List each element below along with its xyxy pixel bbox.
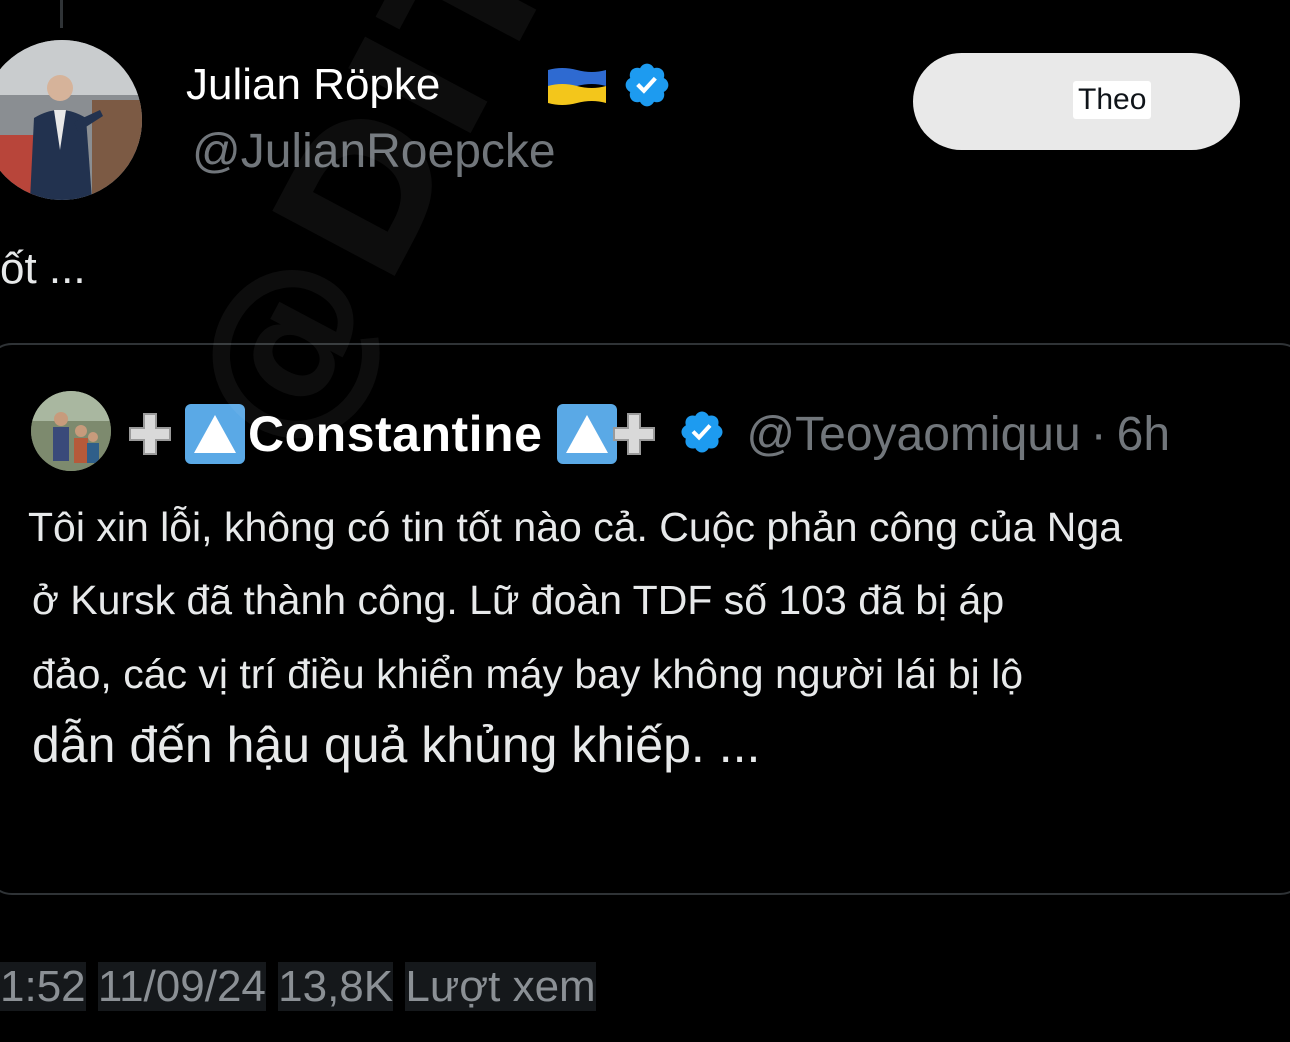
quoted-tweet-header: Constantine @Teoyaomiquu · 6h: [128, 402, 1170, 466]
quoted-avatar-photo: [31, 391, 111, 471]
views-count: 13,8K: [278, 962, 394, 1011]
tweet-meta: 1:52 11/09/24 13,8K Lượt xem: [0, 962, 596, 1012]
follow-button-label[interactable]: Theo: [1073, 81, 1152, 119]
quoted-handle[interactable]: @Teoyaomiquu: [746, 407, 1080, 462]
avatar[interactable]: [0, 40, 142, 200]
quoted-text-line: dẫn đến hậu quả khủng khiếp. ...: [32, 717, 761, 773]
quoted-separator: ·: [1090, 407, 1107, 461]
cross-icon: [612, 412, 656, 456]
views-label: Lượt xem: [405, 962, 596, 1011]
handle[interactable]: @JulianRoepcke: [192, 124, 556, 179]
quoted-timestamp[interactable]: 6h: [1117, 407, 1170, 462]
tweet-date[interactable]: 11/09/24: [97, 962, 266, 1011]
up-triangle-icon: [184, 403, 246, 465]
tweet-text: ốt ...: [0, 244, 86, 293]
thread-connector-line: [60, 0, 63, 28]
quoted-display-name[interactable]: Constantine: [248, 405, 542, 463]
avatar-photo: [0, 40, 142, 200]
quoted-text-line: ở Kursk đã thành công. Lữ đoàn TDF số 10…: [32, 577, 1005, 623]
quoted-avatar[interactable]: [31, 391, 111, 471]
verified-badge-icon: [678, 408, 726, 461]
ukraine-flag-icon: [546, 66, 608, 111]
tweet-time[interactable]: 1:52: [0, 962, 86, 1011]
cross-icon: [128, 412, 172, 456]
verified-badge-icon: [622, 60, 672, 115]
quoted-text-line: đảo, các vị trí điều khiển máy bay không…: [32, 651, 1024, 697]
up-triangle-icon: [556, 403, 618, 465]
quoted-text-line: Tôi xin lỗi, không có tin tốt nào cả. Cu…: [28, 504, 1123, 550]
display-name[interactable]: Julian Röpke: [186, 60, 440, 110]
